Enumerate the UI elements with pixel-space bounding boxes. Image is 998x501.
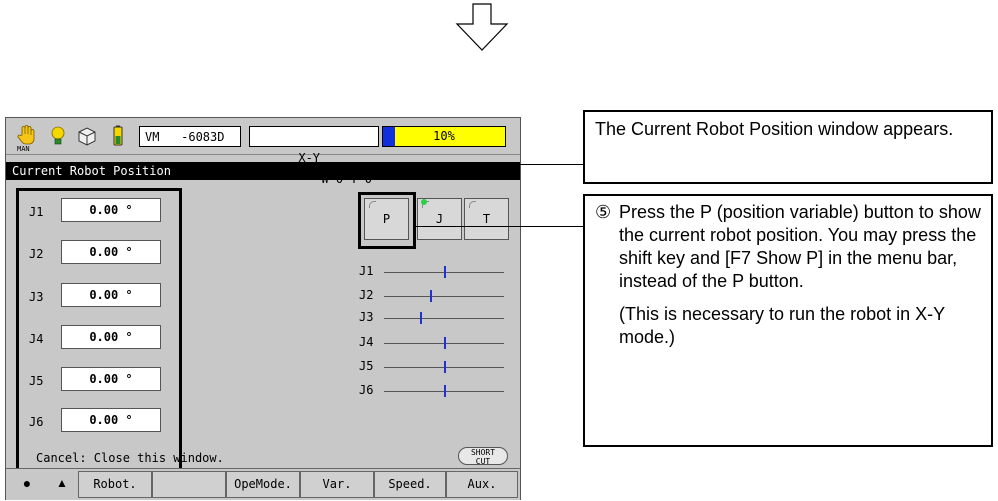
down-arrow-icon bbox=[455, 3, 509, 51]
step-note: (This is necessary to run the robot in X… bbox=[619, 304, 945, 347]
slider-label: J2 bbox=[359, 288, 374, 302]
status-message: Cancel: Close this window. bbox=[36, 451, 224, 465]
opemode-button[interactable]: OpeMode. bbox=[226, 471, 300, 498]
speed-button[interactable]: Speed. bbox=[374, 471, 446, 498]
step-text: Press the P (position variable) button t… bbox=[619, 202, 981, 291]
slider-thumb[interactable] bbox=[444, 337, 446, 349]
shortcut-top-label: SHORT bbox=[470, 448, 496, 457]
slider-thumb[interactable] bbox=[444, 385, 446, 397]
record-button[interactable]: ● bbox=[8, 471, 46, 498]
callout-window-appears: The Current Robot Position window appear… bbox=[583, 110, 993, 184]
aux-button[interactable]: Aux. bbox=[446, 471, 518, 498]
up-button[interactable]: ▲ bbox=[46, 471, 78, 498]
slider-track bbox=[384, 296, 504, 297]
shortcut-bottom-label: CUT bbox=[475, 457, 491, 466]
slider-track bbox=[384, 318, 504, 319]
robot-button[interactable]: Robot. bbox=[78, 471, 152, 498]
blank-function-key[interactable] bbox=[152, 471, 226, 498]
slider-thumb[interactable] bbox=[429, 290, 432, 302]
slider-thumb[interactable] bbox=[444, 266, 446, 278]
step-number: ⑤ bbox=[595, 202, 612, 222]
slider-label: J6 bbox=[359, 383, 374, 397]
joint-sliders: J1 J2 J3 J4 J5 J6 bbox=[6, 118, 520, 418]
function-key-bar: ● ▲ Robot. OpeMode. Var. Speed. Aux. bbox=[6, 468, 520, 500]
leader-line-p-button bbox=[413, 226, 583, 227]
slider-label: J4 bbox=[359, 335, 374, 349]
slider-label: J3 bbox=[359, 310, 374, 324]
slider-thumb[interactable] bbox=[420, 312, 422, 324]
shortcut-button[interactable]: SHORT CUT bbox=[458, 447, 508, 466]
var-button[interactable]: Var. bbox=[300, 471, 374, 498]
slider-label: J5 bbox=[359, 359, 374, 373]
slider-label: J1 bbox=[359, 264, 374, 278]
callout-step-5: ⑤ Press the P (position variable) button… bbox=[583, 194, 993, 447]
leader-line-window bbox=[519, 164, 583, 165]
slider-thumb[interactable] bbox=[444, 361, 446, 373]
teach-pendant-screen: MAN VM -6083D X-Y W 0 T 0 10% Current Ro… bbox=[5, 117, 521, 500]
